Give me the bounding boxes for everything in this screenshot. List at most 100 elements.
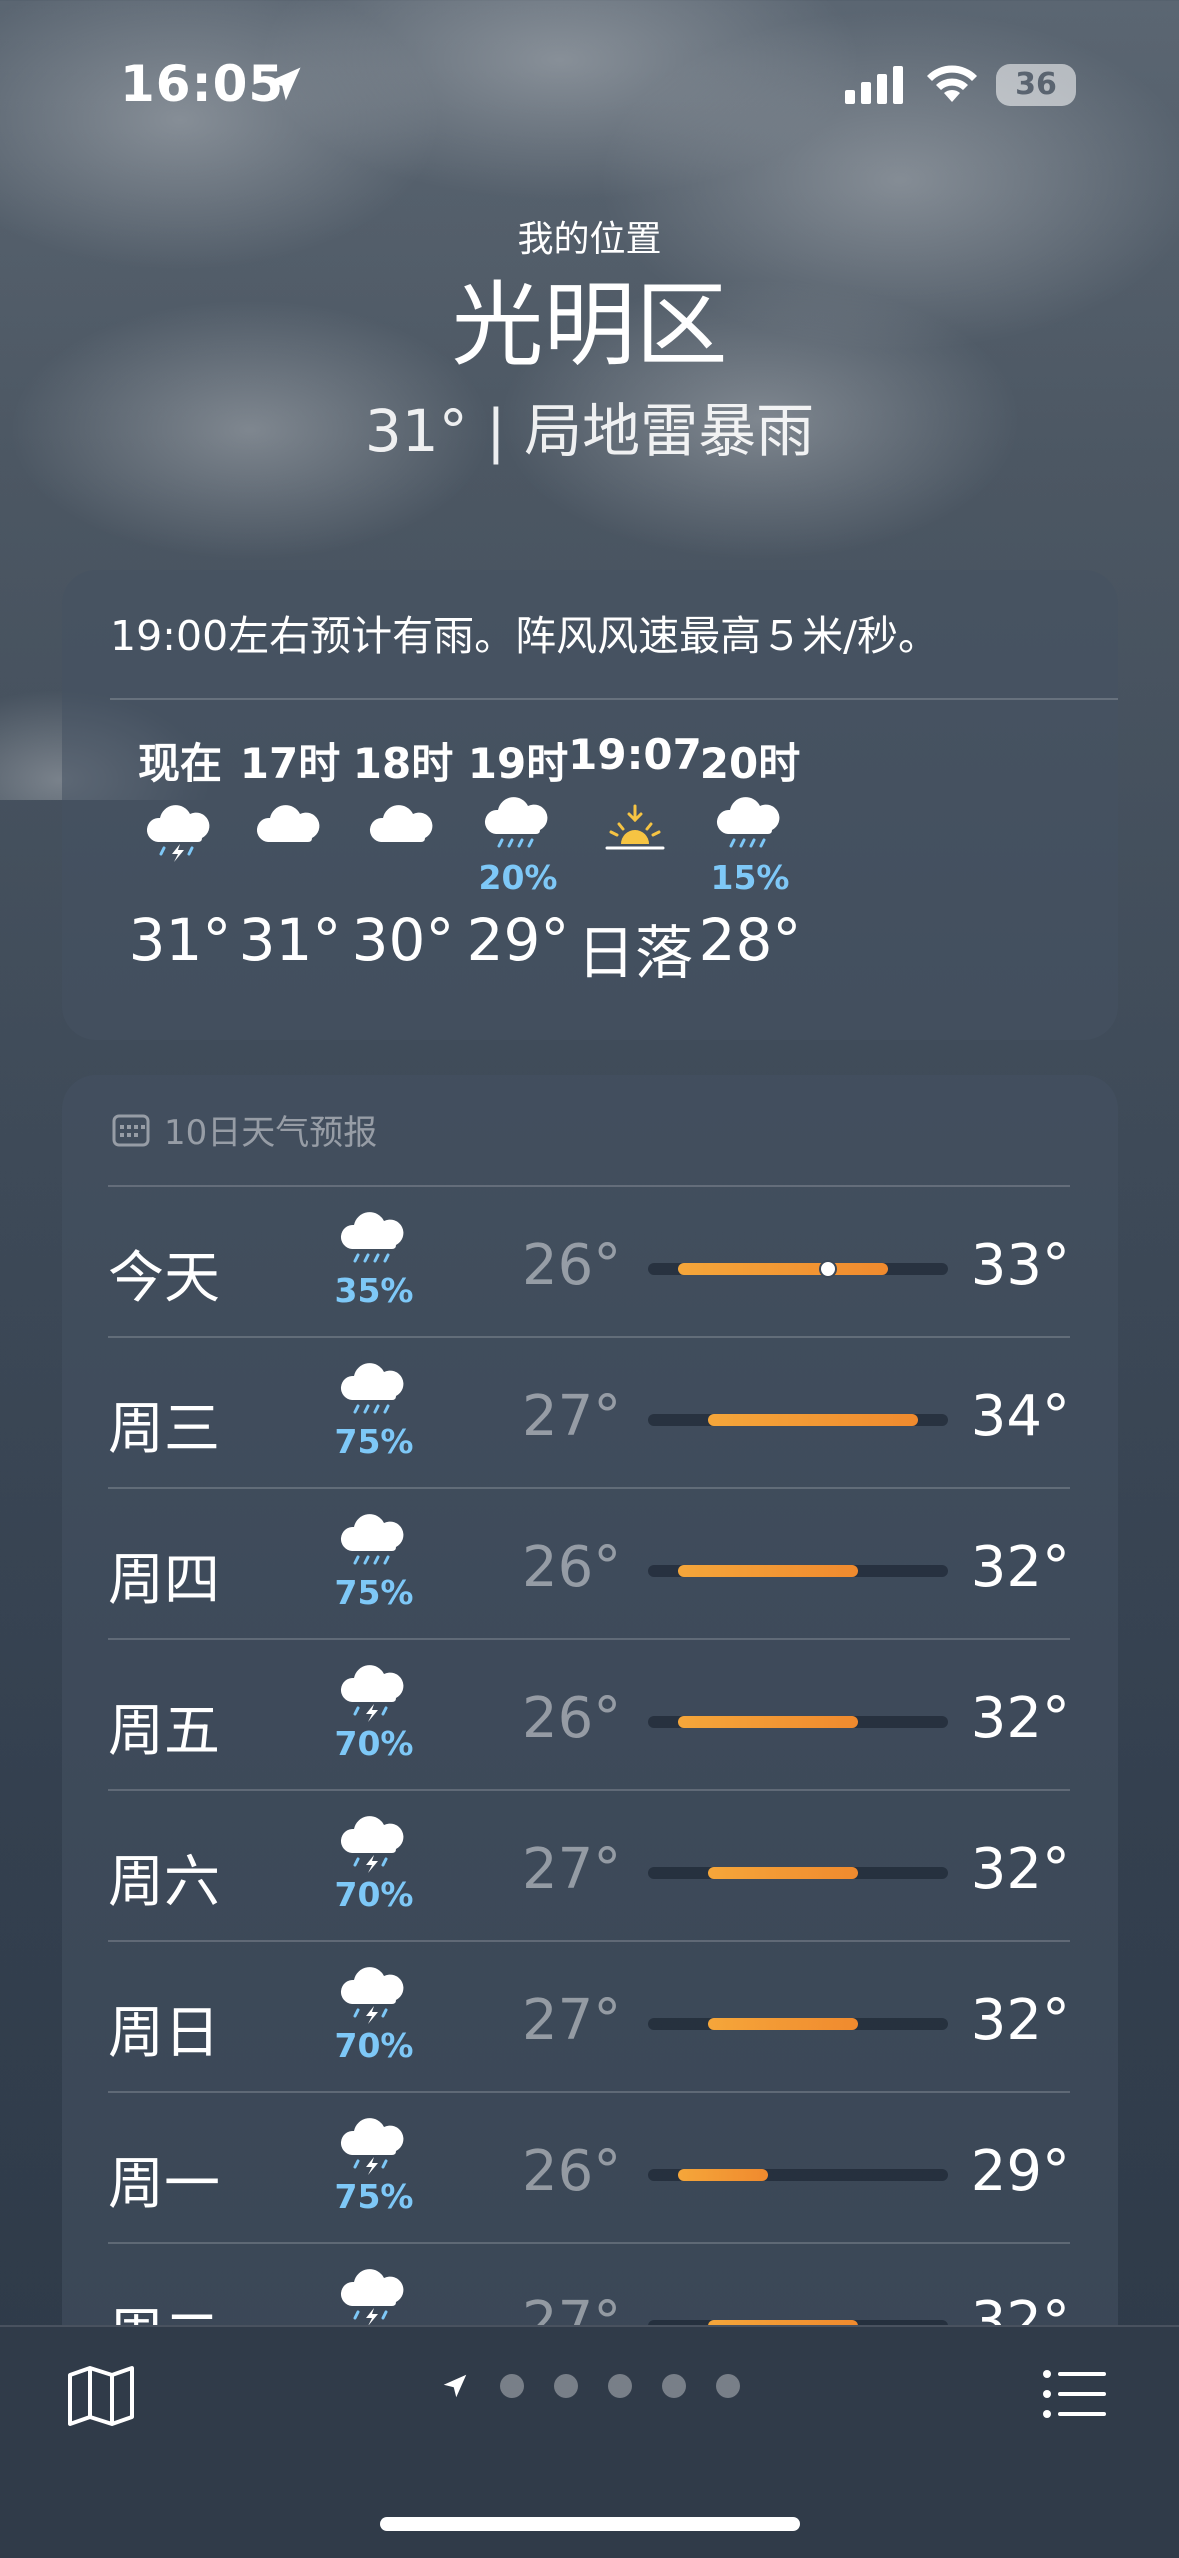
page-dot[interactable] bbox=[608, 2374, 632, 2398]
ten-day-forecast-card[interactable]: 10日天气预报 今天 35% 26° 33° 周三 75% 27° 34° 周四 75% 26° 32… bbox=[62, 1075, 1118, 2475]
day-high: 32° bbox=[970, 1686, 1070, 1751]
row-divider bbox=[108, 2242, 1070, 2244]
temperature-range-bar bbox=[648, 1260, 948, 1278]
day-label: 周五 bbox=[108, 1699, 220, 1764]
temperature-range-bar bbox=[648, 1867, 948, 1879]
hourly-item: 20时 15% 28° bbox=[680, 730, 820, 974]
day-label: 周四 bbox=[108, 1548, 220, 1613]
current-conditions: 31° | 局地雷暴雨 bbox=[364, 397, 815, 465]
temperature-range-bar bbox=[648, 2169, 948, 2181]
temperature-range-bar bbox=[648, 2018, 948, 2030]
day-label: 周六 bbox=[108, 1850, 220, 1915]
temperature-range-fill bbox=[678, 1260, 888, 1278]
thunderstorm-icon bbox=[340, 1967, 404, 2024]
row-divider bbox=[108, 1336, 1070, 1338]
rain-icon bbox=[340, 1514, 404, 1565]
wifi-icon bbox=[927, 65, 977, 102]
page-dot[interactable] bbox=[716, 2374, 740, 2398]
my-location-label: 我的位置 bbox=[517, 219, 662, 260]
hour-temp: 28° bbox=[698, 906, 802, 974]
battery-indicator: 36 bbox=[996, 64, 1076, 106]
day-high: 32° bbox=[970, 1988, 1070, 2053]
day-precip: 70% bbox=[334, 2026, 414, 2065]
day-precip: 70% bbox=[334, 1724, 414, 1763]
ten-day-heading: 10日天气预报 bbox=[112, 1105, 377, 1154]
location-header: 我的位置 光明区 31° | 局地雷暴雨 bbox=[0, 210, 1179, 468]
day-label: 周日 bbox=[108, 2001, 220, 2066]
status-time: 16:05 bbox=[120, 55, 285, 113]
daily-row[interactable]: 周三 75% 27° 34° bbox=[108, 1336, 1070, 1488]
home-indicator[interactable] bbox=[380, 2517, 800, 2531]
day-high: 34° bbox=[970, 1384, 1070, 1449]
location-list-icon[interactable] bbox=[1042, 2369, 1108, 2419]
temperature-range-fill bbox=[708, 1414, 918, 1426]
day-precip: 35% bbox=[334, 1271, 414, 1310]
daily-row[interactable]: 周五 70% 26° 32° bbox=[108, 1638, 1070, 1790]
temperature-range-fill bbox=[678, 1565, 858, 1577]
rain-icon bbox=[340, 1363, 404, 1414]
day-precip: 75% bbox=[334, 2177, 414, 2216]
day-low: 27° bbox=[522, 1988, 622, 2053]
daily-row[interactable]: 今天 35% 26° 33° bbox=[108, 1185, 1070, 1337]
cellular-signal-icon bbox=[845, 66, 903, 104]
page-indicator[interactable] bbox=[440, 2371, 740, 2401]
thunderstorm-icon bbox=[340, 2269, 404, 2326]
map-icon[interactable] bbox=[66, 2365, 136, 2427]
rain-icon bbox=[340, 1212, 404, 1263]
thunderstorm-icon bbox=[340, 1665, 404, 1722]
thunderstorm-icon bbox=[340, 1816, 404, 1873]
thunderstorm-icon bbox=[340, 2118, 404, 2175]
status-bar: 16:05 36 bbox=[0, 0, 1179, 170]
cloud-icon bbox=[369, 805, 433, 842]
day-low: 26° bbox=[522, 1686, 622, 1751]
row-divider bbox=[108, 1789, 1070, 1791]
rain-icon bbox=[716, 797, 780, 848]
day-label: 周三 bbox=[108, 1397, 220, 1462]
page-dot[interactable] bbox=[500, 2374, 524, 2398]
row-divider bbox=[108, 2091, 1070, 2093]
thunderstorm-icon bbox=[146, 805, 210, 862]
temperature-range-bar bbox=[648, 1565, 948, 1577]
rain-icon bbox=[484, 797, 548, 848]
sunset-icon bbox=[605, 804, 665, 850]
day-low: 27° bbox=[522, 1384, 622, 1449]
row-divider bbox=[108, 1940, 1070, 1942]
day-label: 今天 bbox=[108, 1246, 220, 1311]
row-divider bbox=[108, 1487, 1070, 1489]
hourly-forecast-card[interactable]: 19:00左右预计有雨。阵风风速最高５米/秒。 现在 31° 17时 31° 18时 30… bbox=[62, 570, 1118, 1040]
current-location-page-icon[interactable] bbox=[440, 2371, 470, 2401]
location-arrow-icon bbox=[267, 67, 301, 101]
divider bbox=[110, 698, 1118, 700]
calendar-icon bbox=[112, 1114, 150, 1146]
day-precip: 70% bbox=[334, 1875, 414, 1914]
row-divider bbox=[108, 1638, 1070, 1640]
daily-row[interactable]: 周日 70% 27° 32° bbox=[108, 1940, 1070, 2092]
page-dots[interactable] bbox=[500, 2374, 740, 2398]
day-label: 周一 bbox=[108, 2152, 220, 2217]
temperature-range-fill bbox=[678, 1716, 858, 1728]
day-low: 26° bbox=[522, 1535, 622, 1600]
row-divider bbox=[108, 1185, 1070, 1187]
current-temp-dot bbox=[819, 1260, 837, 1278]
day-low: 27° bbox=[522, 1837, 622, 1902]
day-precip: 75% bbox=[334, 1422, 414, 1461]
page-dot[interactable] bbox=[662, 2374, 686, 2398]
day-high: 32° bbox=[970, 1837, 1070, 1902]
temperature-range-fill bbox=[678, 2169, 768, 2181]
ten-day-heading-label: 10日天气预报 bbox=[164, 1113, 378, 1153]
day-high: 32° bbox=[970, 1535, 1070, 1600]
city-name: 光明区 bbox=[451, 272, 728, 379]
hour-label: 20时 bbox=[699, 739, 801, 788]
hour-precip: 15% bbox=[710, 858, 790, 897]
daily-row[interactable]: 周四 75% 26° 32° bbox=[108, 1487, 1070, 1639]
forecast-summary: 19:00左右预计有雨。阵风风速最高５米/秒。 bbox=[110, 612, 939, 660]
day-high: 29° bbox=[970, 2139, 1070, 2204]
day-low: 26° bbox=[522, 2139, 622, 2204]
daily-row[interactable]: 周六 70% 27° 32° bbox=[108, 1789, 1070, 1941]
day-low: 26° bbox=[522, 1233, 622, 1298]
day-high: 33° bbox=[970, 1233, 1070, 1298]
daily-row[interactable]: 周一 75% 26° 29° bbox=[108, 2091, 1070, 2243]
temperature-range-bar bbox=[648, 1716, 948, 1728]
temperature-range-fill bbox=[708, 1867, 858, 1879]
page-dot[interactable] bbox=[554, 2374, 578, 2398]
